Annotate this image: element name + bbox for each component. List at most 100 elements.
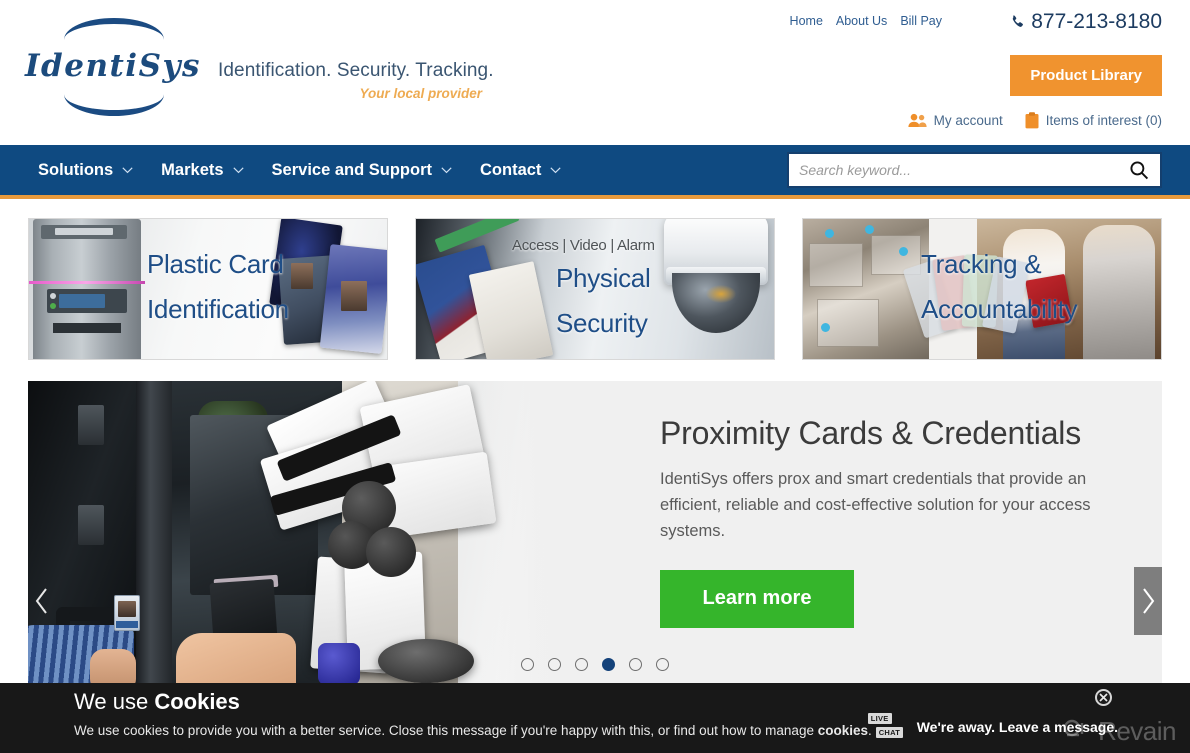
tile-eyebrow: Access | Video | Alarm bbox=[512, 237, 655, 254]
nav-item-markets[interactable]: Markets bbox=[161, 160, 244, 180]
id-photo bbox=[341, 281, 367, 311]
nav-item-solutions[interactable]: Solutions bbox=[38, 161, 133, 180]
tile-title-line2: Identification bbox=[147, 294, 289, 324]
live-chat-badge-icon: LIVE CHAT bbox=[867, 711, 906, 743]
cookie-title-prefix: We use bbox=[74, 689, 155, 714]
items-of-interest-label: Items of interest (0) bbox=[1045, 113, 1162, 128]
live-chat-widget[interactable]: LIVE CHAT We're away. Leave a message. bbox=[867, 711, 1118, 743]
search-icon bbox=[1130, 161, 1149, 180]
logo-arc-top-icon bbox=[64, 18, 164, 44]
tile-title-line2: Accountability bbox=[921, 294, 1078, 324]
round-fob bbox=[366, 527, 416, 577]
cookie-text-prefix: We use cookies to provide you with a bet… bbox=[74, 723, 818, 738]
nav-item-contact[interactable]: Contact bbox=[480, 160, 562, 180]
users-icon bbox=[908, 113, 927, 127]
phone-icon bbox=[1013, 14, 1024, 27]
top-link-home[interactable]: Home bbox=[790, 14, 823, 28]
nav-item-contact-label: Contact bbox=[480, 160, 542, 179]
carousel-next-button[interactable] bbox=[1134, 567, 1162, 635]
carousel-dot-3[interactable] bbox=[575, 658, 588, 671]
tile-title-line1: Physical bbox=[556, 263, 651, 293]
top-link-bill-pay[interactable]: Bill Pay bbox=[900, 14, 942, 28]
printer-logo bbox=[55, 228, 113, 235]
nav-item-solutions-label: Solutions bbox=[38, 160, 114, 179]
printer-screen bbox=[59, 294, 105, 308]
account-row: My account Items of interest (0) bbox=[908, 112, 1162, 129]
tile-title-line1: Tracking & bbox=[921, 249, 1042, 279]
carousel-prev-button[interactable] bbox=[28, 567, 56, 635]
nav-item-service-and-support-label: Service and Support bbox=[271, 160, 433, 179]
cubicle bbox=[809, 243, 863, 287]
phone-number-text: 877-213-8180 bbox=[1031, 10, 1162, 33]
tracking-marker bbox=[821, 323, 830, 332]
carousel-dot-6[interactable] bbox=[656, 658, 669, 671]
logo-arc-bottom-icon bbox=[64, 90, 164, 116]
carousel-dot-5[interactable] bbox=[629, 658, 642, 671]
cookie-title-strong: Cookies bbox=[154, 689, 240, 714]
carousel-dot-1[interactable] bbox=[521, 658, 534, 671]
tile-tracking-accountability[interactable]: Tracking & Accountability bbox=[802, 218, 1162, 360]
carousel-dots bbox=[28, 658, 1162, 671]
chevron-right-icon bbox=[1143, 588, 1155, 614]
logo-wordmark: IdentiSys bbox=[25, 48, 201, 84]
nav-item-service-and-support[interactable]: Service and Support bbox=[272, 161, 452, 180]
id-badge-photo bbox=[118, 601, 136, 617]
live-chat-badge-line2: CHAT bbox=[875, 727, 904, 738]
chevron-down-icon bbox=[232, 166, 244, 173]
nav-item-markets-label: Markets bbox=[161, 160, 224, 179]
id-photo bbox=[291, 263, 313, 289]
phone-number[interactable]: 877-213-8180 bbox=[1010, 10, 1162, 34]
tile-plastic-card-identification[interactable]: Plastic Card Identification bbox=[28, 218, 388, 360]
close-icon bbox=[1099, 693, 1108, 702]
chevron-down-icon bbox=[122, 166, 133, 173]
security-camera-glow bbox=[706, 285, 736, 303]
printer-accent bbox=[29, 281, 145, 284]
printer-slot bbox=[53, 323, 121, 333]
live-chat-badge-line1: LIVE bbox=[867, 713, 892, 724]
tile-title-line1: Plastic Card bbox=[147, 249, 284, 279]
tracking-marker bbox=[899, 247, 908, 256]
nav-item-list: Solutions Markets Service and Support Co… bbox=[38, 145, 562, 195]
tracking-marker bbox=[825, 229, 834, 238]
learn-more-button[interactable]: Learn more bbox=[660, 569, 854, 628]
my-account-label: My account bbox=[933, 113, 1003, 128]
tagline-subtext: Your local provider bbox=[359, 86, 482, 101]
live-chat-message: We're away. Leave a message. bbox=[916, 719, 1118, 735]
my-account-link[interactable]: My account bbox=[908, 113, 1003, 128]
tile-physical-security[interactable]: Access | Video | Alarm Physical Security bbox=[415, 218, 775, 360]
top-link-about-us[interactable]: About Us bbox=[836, 14, 887, 28]
hero-title: Proximity Cards & Credentials bbox=[660, 415, 1081, 451]
printer-button bbox=[50, 303, 56, 309]
door-hinge bbox=[78, 505, 104, 545]
cookie-banner-title: We use Cookies bbox=[74, 689, 240, 715]
promo-tiles: Plastic Card Identification Access | Vid… bbox=[0, 199, 1190, 360]
site-header: IdentiSys Identification. Security. Trac… bbox=[0, 0, 1190, 145]
chevron-down-icon bbox=[550, 166, 562, 173]
tracking-marker bbox=[865, 225, 874, 234]
clipboard-icon bbox=[1025, 112, 1039, 129]
search-bar bbox=[787, 152, 1162, 188]
search-button[interactable] bbox=[1118, 154, 1160, 186]
cookie-close-button[interactable] bbox=[1095, 689, 1112, 706]
search-input[interactable] bbox=[789, 154, 1118, 186]
logo[interactable]: IdentiSys bbox=[18, 16, 208, 120]
carousel-dot-4[interactable] bbox=[602, 658, 615, 671]
id-badge-bar bbox=[116, 621, 138, 628]
chevron-left-icon bbox=[35, 588, 47, 614]
tagline: Identification. Security. Tracking. bbox=[218, 60, 494, 81]
hero-carousel: Proximity Cards & Credentials IdentiSys … bbox=[28, 381, 1162, 713]
hero-description: IdentiSys offers prox and smart credenti… bbox=[660, 469, 1091, 540]
printer-button bbox=[50, 293, 56, 299]
door-hinge bbox=[78, 405, 104, 445]
prox-card bbox=[375, 451, 497, 539]
chevron-down-icon bbox=[441, 166, 452, 173]
product-library-button[interactable]: Product Library bbox=[1010, 55, 1162, 96]
student-person bbox=[1083, 225, 1155, 359]
main-navigation: Solutions Markets Service and Support Co… bbox=[0, 145, 1190, 199]
carousel-dot-2[interactable] bbox=[548, 658, 561, 671]
cookie-banner: We use Cookies We use cookies to provide… bbox=[0, 683, 1190, 753]
cookie-text-strong[interactable]: cookies bbox=[818, 723, 868, 738]
items-of-interest-link[interactable]: Items of interest (0) bbox=[1025, 112, 1162, 129]
top-utility-links: Home About Us Bill Pay bbox=[790, 14, 942, 28]
tile-title-line2: Security bbox=[556, 308, 648, 338]
